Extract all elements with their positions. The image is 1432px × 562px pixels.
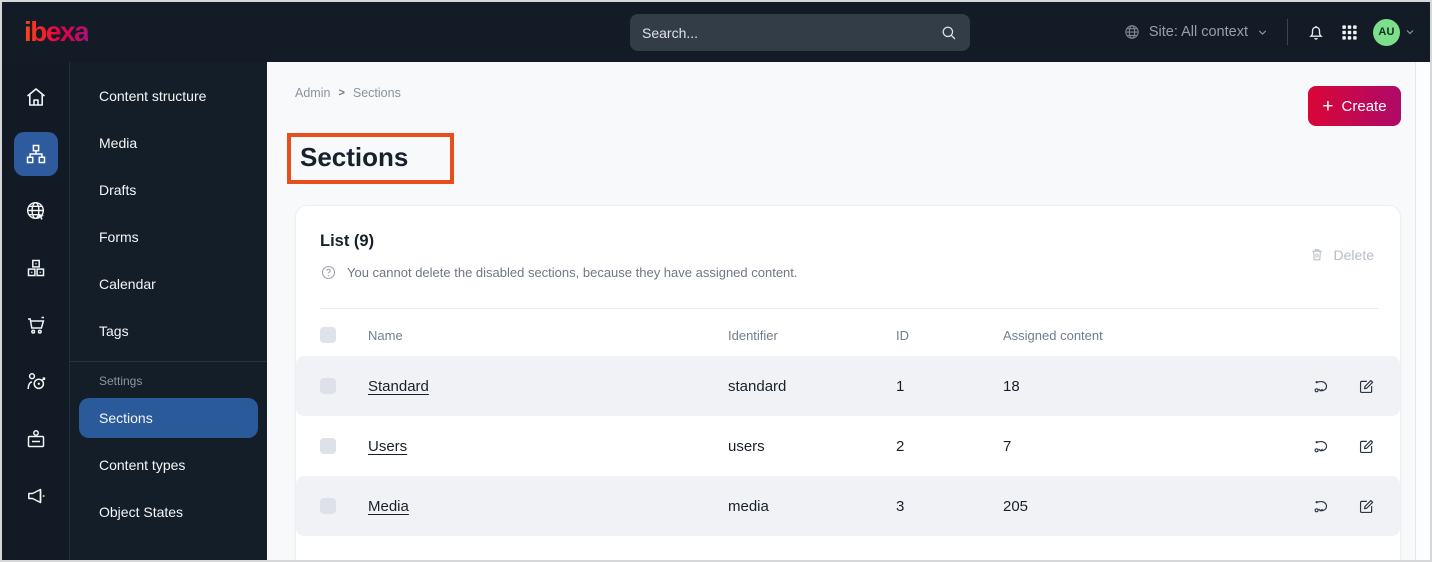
- table-row: Standard standard 1 18: [296, 356, 1400, 416]
- boxes-icon: [24, 256, 48, 280]
- globe-icon: [1123, 23, 1141, 41]
- create-button[interactable]: + Create: [1308, 86, 1401, 126]
- list-title: List (9): [320, 232, 375, 250]
- delete-button[interactable]: Delete: [1309, 246, 1374, 263]
- cart-icon: [24, 313, 48, 337]
- assign-content-button[interactable]: [1312, 437, 1331, 456]
- content-tree-icon: [24, 142, 48, 166]
- card-divider: [320, 308, 1378, 309]
- menu-item-object-states[interactable]: Object States: [79, 492, 258, 532]
- table-header: Name Identifier ID Assigned content: [296, 316, 1400, 354]
- megaphone-icon: [24, 484, 48, 508]
- sections-list-card: List (9) You cannot delete the disabled …: [295, 205, 1401, 560]
- site-globe-cursor-icon: [24, 199, 48, 223]
- section-name-link[interactable]: Media: [368, 498, 409, 515]
- app-window: ibexa Site: All context: [0, 0, 1432, 562]
- table-row: Media media 3 205: [296, 476, 1400, 536]
- assign-content-button[interactable]: [1312, 497, 1331, 516]
- sidebar-item-site[interactable]: [14, 189, 58, 233]
- row-checkbox[interactable]: [320, 438, 336, 454]
- create-button-label: Create: [1341, 97, 1387, 115]
- section-id: 2: [896, 437, 905, 455]
- sidebar-item-corporate[interactable]: [14, 417, 58, 461]
- delete-button-label: Delete: [1333, 246, 1374, 263]
- plus-icon: +: [1322, 95, 1334, 117]
- menu-item-media[interactable]: Media: [79, 123, 258, 163]
- annotation-highlight-box: Sections: [287, 133, 455, 184]
- global-search[interactable]: [630, 14, 970, 51]
- list-hint-text: You cannot delete the disabled sections,…: [347, 265, 798, 280]
- ibexa-logo: ibexa: [24, 16, 90, 47]
- select-all-checkbox[interactable]: [320, 327, 336, 343]
- id-badge-icon: [24, 427, 48, 451]
- row-checkbox[interactable]: [320, 498, 336, 514]
- assign-content-button[interactable]: [1312, 377, 1331, 396]
- search-input[interactable]: [642, 24, 940, 41]
- secondary-menu: Content structure Media Drafts Forms Cal…: [70, 62, 267, 560]
- topbar-divider: [1287, 19, 1288, 45]
- home-icon: [24, 85, 48, 109]
- section-name-link[interactable]: Standard: [368, 378, 429, 395]
- menu-settings-label: Settings: [99, 374, 143, 388]
- chevron-down-icon: [1404, 26, 1416, 38]
- main-content: Admin > Sections Sections + Create List …: [267, 62, 1430, 560]
- section-id: 1: [896, 377, 905, 395]
- person-target-icon: [24, 370, 48, 394]
- col-assigned: Assigned content: [1003, 327, 1103, 343]
- edit-button[interactable]: [1357, 497, 1376, 516]
- table-row: Users users 2 7: [296, 416, 1400, 476]
- topbar: ibexa Site: All context: [2, 2, 1430, 62]
- breadcrumb: Admin > Sections: [295, 86, 401, 100]
- user-menu[interactable]: AU: [1373, 18, 1416, 46]
- menu-item-content-structure[interactable]: Content structure: [79, 76, 258, 116]
- scrollbar-gutter[interactable]: [1415, 62, 1430, 560]
- apps-grid-icon[interactable]: [1340, 23, 1359, 42]
- menu-item-content-types[interactable]: Content types: [79, 445, 258, 485]
- list-hint: You cannot delete the disabled sections,…: [320, 264, 798, 281]
- chevron-down-icon: [1256, 26, 1269, 39]
- edit-button[interactable]: [1357, 437, 1376, 456]
- avatar[interactable]: AU: [1373, 18, 1400, 46]
- notifications-bell-icon[interactable]: [1306, 22, 1326, 42]
- page-title: Sections: [300, 142, 409, 172]
- breadcrumb-current: Sections: [352, 86, 401, 100]
- site-context-selector[interactable]: Site: All context: [1123, 23, 1269, 41]
- sidebar-item-product-catalog[interactable]: [14, 246, 58, 290]
- sidebar-item-personalization[interactable]: [14, 360, 58, 404]
- menu-item-sections[interactable]: Sections: [79, 398, 258, 438]
- search-icon[interactable]: [940, 24, 958, 42]
- section-identifier: standard: [728, 377, 787, 395]
- sidebar-item-commerce[interactable]: [14, 303, 58, 347]
- help-circle-icon: [320, 264, 337, 281]
- section-assigned-content: 205: [1003, 497, 1029, 515]
- section-name-link[interactable]: Users: [368, 438, 407, 455]
- sidebar-item-campaign[interactable]: [14, 474, 58, 518]
- menu-item-forms[interactable]: Forms: [79, 217, 258, 257]
- breadcrumb-separator: >: [338, 87, 345, 99]
- sidebar-item-content-structure[interactable]: [13, 132, 58, 176]
- menu-item-tags[interactable]: Tags: [79, 311, 258, 351]
- sidebar-item-home[interactable]: [14, 75, 58, 119]
- col-identifier: Identifier: [728, 327, 778, 343]
- col-id: ID: [896, 327, 909, 343]
- section-id: 3: [896, 497, 905, 515]
- icon-rail: [2, 62, 70, 560]
- edit-button[interactable]: [1357, 377, 1376, 396]
- table-body: Standard standard 1 18 Users users 2 7 M…: [296, 356, 1400, 536]
- section-identifier: users: [728, 437, 765, 455]
- breadcrumb-admin[interactable]: Admin: [295, 86, 330, 100]
- menu-item-drafts[interactable]: Drafts: [79, 170, 258, 210]
- menu-divider: [70, 361, 267, 362]
- col-name: Name: [368, 327, 403, 343]
- section-assigned-content: 7: [1003, 437, 1012, 455]
- trash-icon: [1309, 246, 1325, 263]
- row-checkbox[interactable]: [320, 378, 336, 394]
- site-context-label: Site: All context: [1148, 24, 1248, 40]
- section-assigned-content: 18: [1003, 377, 1020, 395]
- menu-item-calendar[interactable]: Calendar: [79, 264, 258, 304]
- section-identifier: media: [728, 497, 769, 515]
